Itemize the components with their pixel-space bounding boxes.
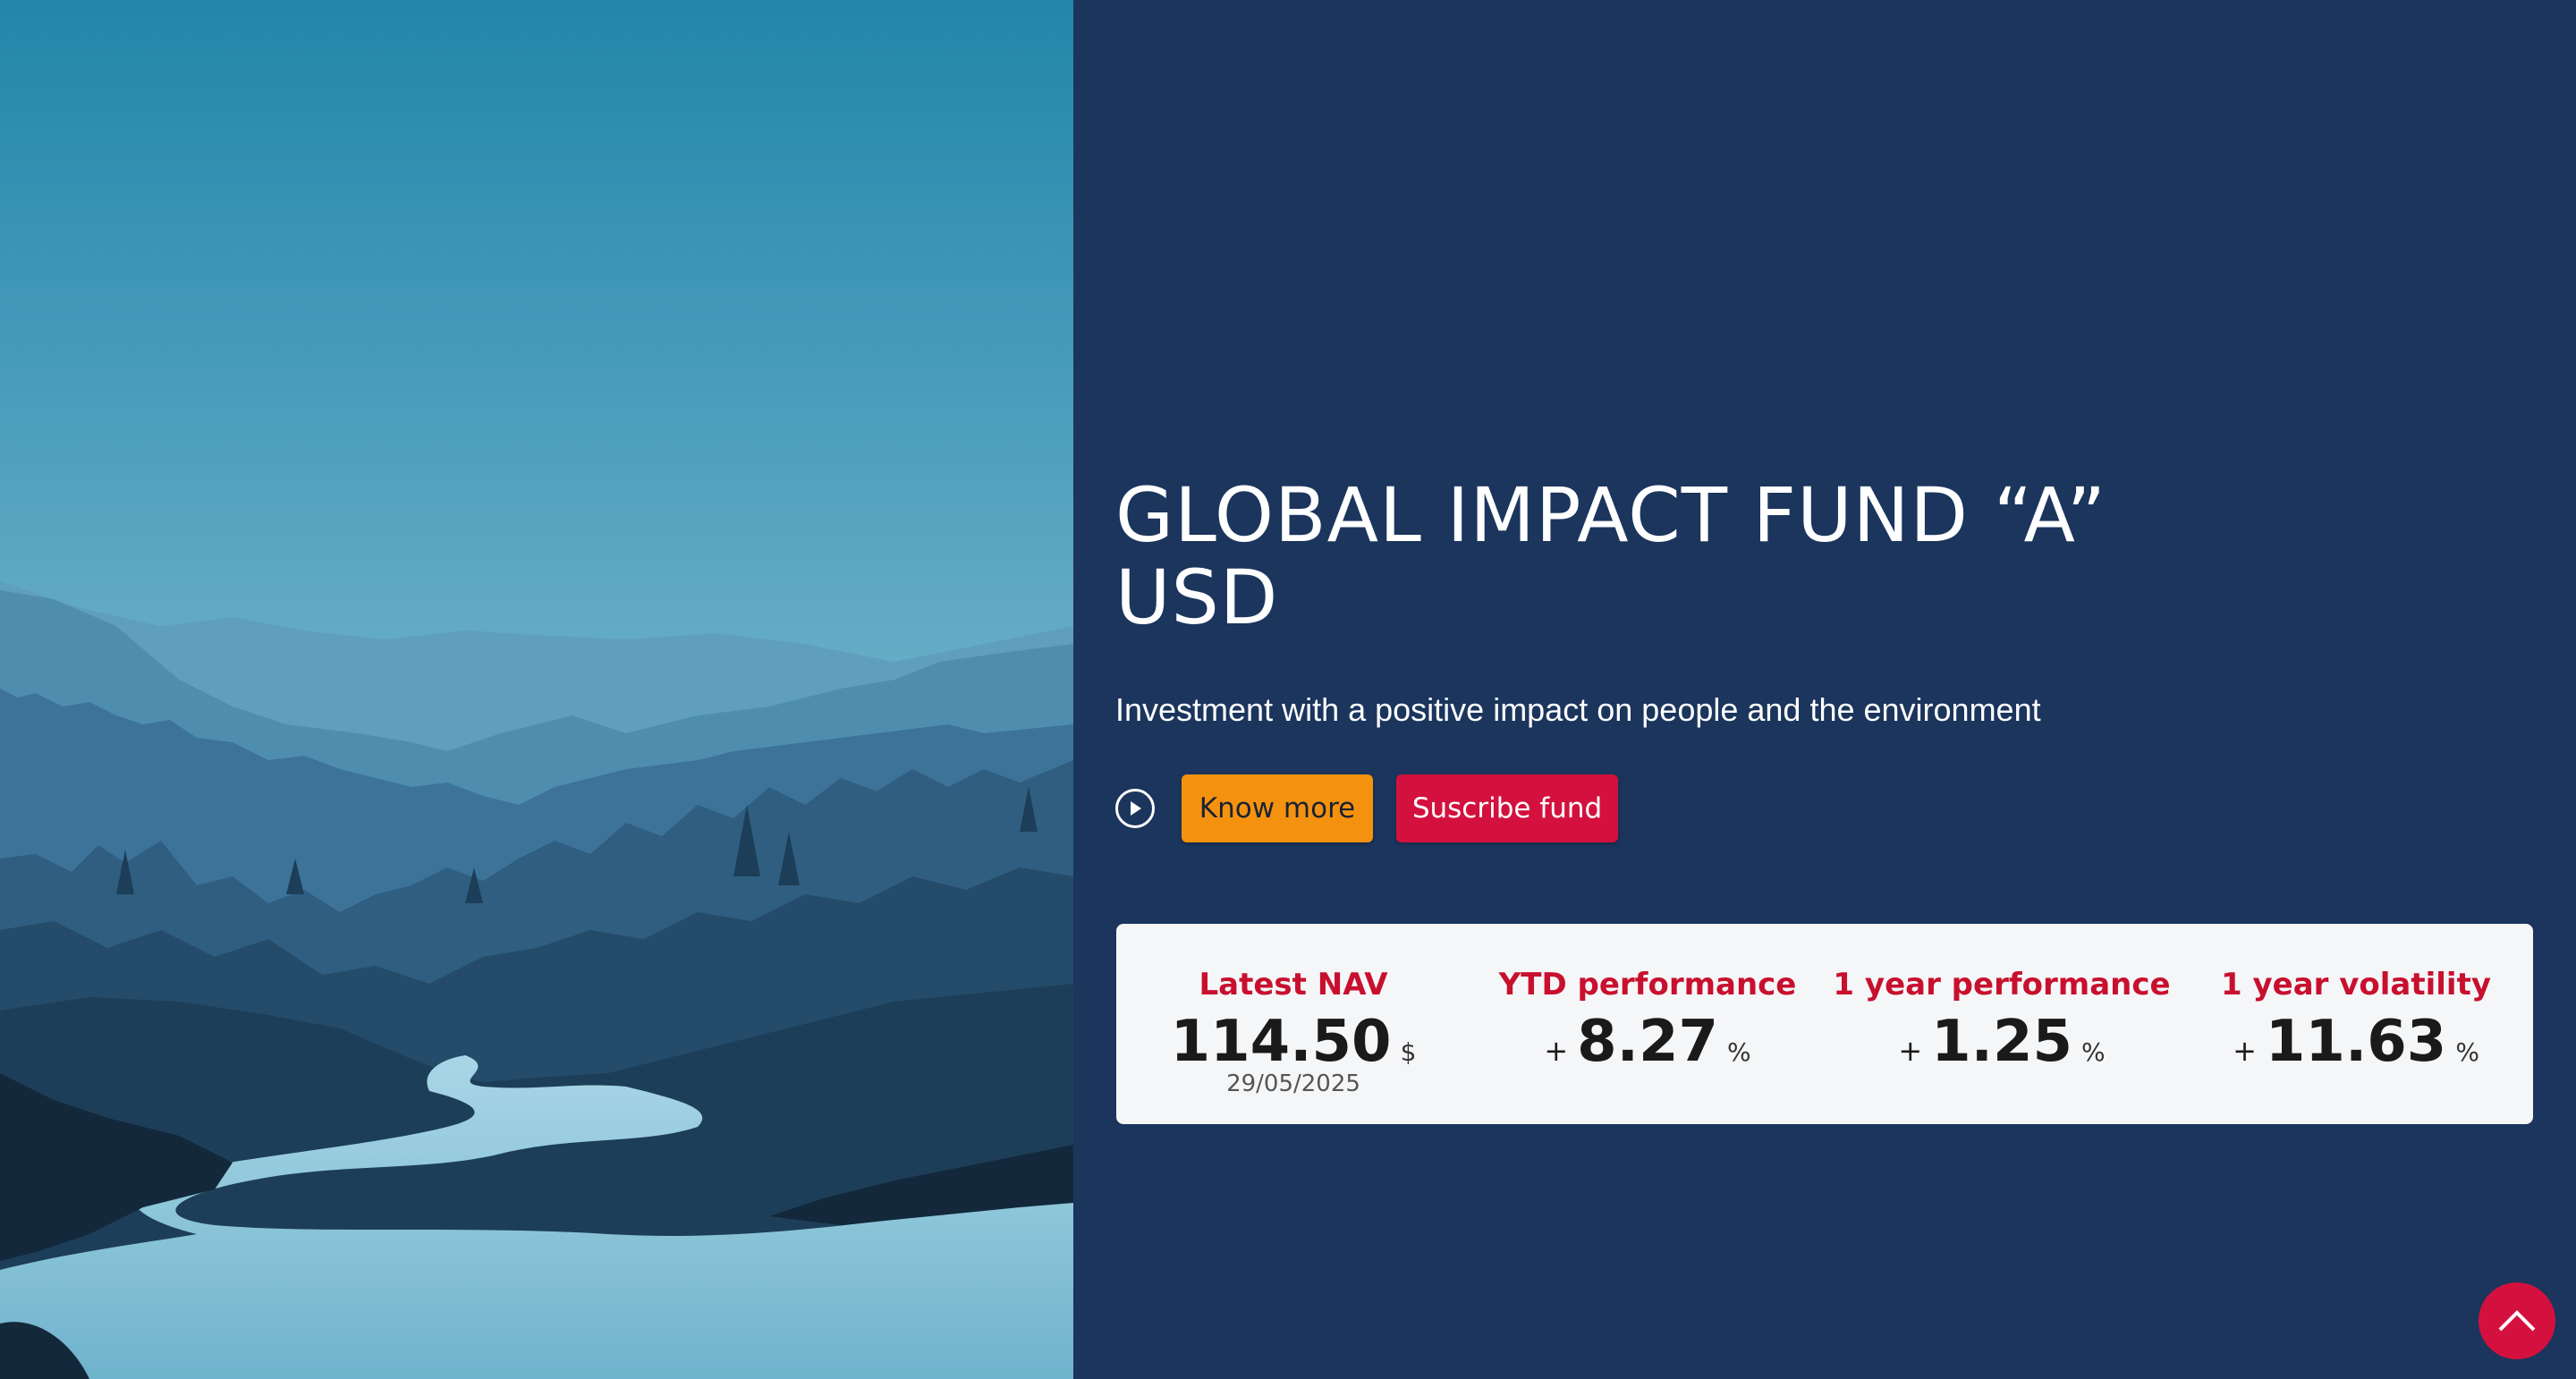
hero-actions: Know more Suscribe fund bbox=[1115, 774, 2538, 842]
stat-label: 1 year volatility bbox=[2220, 967, 2491, 1003]
fund-subtitle: Investment with a positive impact on peo… bbox=[1115, 691, 2041, 728]
stat-unit: % bbox=[2455, 1037, 2479, 1067]
stat-value: 1.25 bbox=[1931, 1009, 2073, 1075]
fund-stats-card: Latest NAV 114.50 $ 29/05/2025 YTD perfo… bbox=[1116, 924, 2533, 1124]
stat-label: 1 year performance bbox=[1833, 967, 2171, 1003]
stat-value-row: + 8.27 % bbox=[1470, 1010, 1825, 1074]
chevron-up-icon bbox=[2498, 1310, 2536, 1332]
stat-sign: + bbox=[2233, 1034, 2257, 1068]
stat-unit: % bbox=[1727, 1037, 1751, 1067]
stat-value: 114.50 bbox=[1170, 1009, 1392, 1075]
stat-value: 11.63 bbox=[2265, 1009, 2447, 1075]
stat-ytd-performance: YTD performance + 8.27 % bbox=[1470, 924, 1825, 1124]
stat-unit: $ bbox=[1400, 1037, 1417, 1067]
stat-value-row: + 1.25 % bbox=[1825, 1010, 2179, 1074]
stat-label: Latest NAV bbox=[1199, 967, 1388, 1003]
stat-value: 8.27 bbox=[1577, 1009, 1719, 1075]
stat-sign: + bbox=[1898, 1034, 1923, 1068]
play-circle-icon bbox=[1131, 801, 1141, 816]
stat-latest-nav: Latest NAV 114.50 $ 29/05/2025 bbox=[1116, 924, 1470, 1124]
stat-date: 29/05/2025 bbox=[1226, 1070, 1360, 1097]
stat-value-row: + 11.63 % bbox=[2179, 1010, 2533, 1074]
stat-unit: % bbox=[2081, 1037, 2106, 1067]
mountain-river-illustration bbox=[0, 0, 1073, 1379]
stat-label: YTD performance bbox=[1498, 967, 1797, 1003]
subscribe-fund-button[interactable]: Suscribe fund bbox=[1396, 774, 1618, 842]
hero-content: GLOBAL IMPACT FUND “A” USD Investment wi… bbox=[1115, 474, 2538, 842]
stat-1y-performance: 1 year performance + 1.25 % bbox=[1825, 924, 2179, 1124]
stat-1y-volatility: 1 year volatility + 11.63 % bbox=[2179, 924, 2533, 1124]
stat-value-row: 114.50 $ bbox=[1116, 1010, 1470, 1074]
scroll-to-top-button[interactable] bbox=[2479, 1282, 2555, 1359]
know-more-button[interactable]: Know more bbox=[1182, 774, 1373, 842]
fund-title: GLOBAL IMPACT FUND “A” USD bbox=[1115, 471, 2107, 641]
play-video-button[interactable] bbox=[1115, 789, 1155, 828]
hero-landscape-image bbox=[0, 0, 1073, 1379]
stat-sign: + bbox=[1544, 1034, 1569, 1068]
